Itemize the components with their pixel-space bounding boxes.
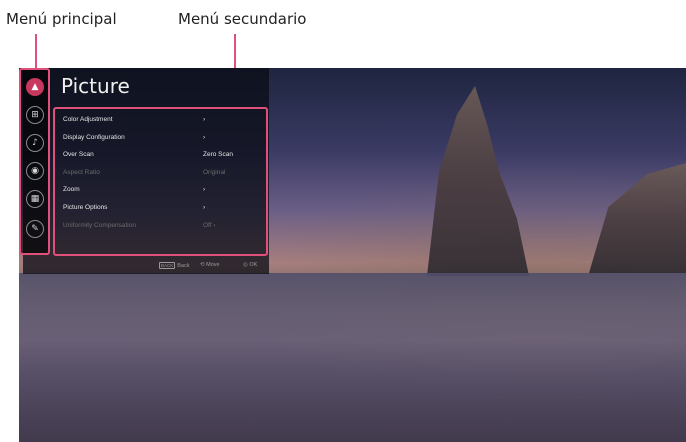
menu-item-label: Uniformity Compensation bbox=[63, 221, 136, 229]
menu-item-label: Zoom bbox=[63, 186, 80, 194]
footer-ok-label: OK bbox=[249, 262, 258, 268]
menu-item-label: Over Scan bbox=[63, 151, 94, 159]
main-menu-leader-line bbox=[35, 34, 37, 68]
menu-item-value: Off › bbox=[203, 221, 216, 229]
menu-item[interactable]: Picture Options › bbox=[63, 203, 205, 213]
picture-icon[interactable]: ▲ bbox=[26, 78, 44, 96]
menu-item-label: Display Configuration bbox=[63, 133, 125, 141]
back-key-icon: BACK bbox=[159, 262, 176, 269]
menu-item-value: Zero Scan bbox=[203, 151, 233, 159]
menu-item-label: Color Adjustment bbox=[63, 116, 113, 123]
footer-move-label: Move bbox=[206, 262, 220, 268]
menu-item-value: › bbox=[203, 204, 206, 211]
menu-item-value: Original bbox=[203, 168, 226, 176]
menu-item[interactable]: Color Adjustment › bbox=[63, 115, 205, 125]
menu-item: Aspect Ratio Original bbox=[63, 168, 225, 178]
settings-icon[interactable]: ✎ bbox=[26, 220, 44, 238]
menu-item-label: Picture Options bbox=[63, 204, 108, 211]
menu-item: Uniformity Compensation Off › bbox=[63, 221, 216, 231]
rock-formation bbox=[427, 86, 529, 276]
menu-item[interactable]: Zoom › bbox=[63, 185, 205, 195]
footer-ok: ◎ OK bbox=[243, 262, 257, 268]
menu-item-label: Aspect Ratio bbox=[63, 168, 100, 176]
secondary-menu-annotation: Menú secundario bbox=[178, 10, 307, 28]
menu-item[interactable]: Over Scan Zero Scan bbox=[63, 150, 233, 160]
network-icon[interactable]: ◉ bbox=[26, 162, 44, 180]
sound-icon[interactable]: ♪ bbox=[26, 134, 44, 152]
menu-item-value: › bbox=[203, 186, 206, 194]
footer-move: ⟲ Move bbox=[200, 262, 220, 268]
screen-icon[interactable]: ⊞ bbox=[26, 106, 44, 124]
footer-back-label: Back bbox=[177, 263, 190, 269]
main-menu-annotation: Menú principal bbox=[6, 10, 117, 28]
beach-water bbox=[19, 273, 686, 442]
menu-item-value: › bbox=[203, 133, 206, 141]
main-menu: ▲ ⊞ ♪ ◉ ▦ ✎ bbox=[19, 68, 50, 255]
panel-title: Picture bbox=[61, 74, 130, 98]
secondary-menu: Color Adjustment › Display Configuration › O… bbox=[53, 107, 268, 256]
footer-back[interactable]: BACK Back bbox=[159, 262, 190, 269]
general-icon[interactable]: ▦ bbox=[26, 190, 44, 208]
menu-item[interactable]: Display Configuration › bbox=[63, 133, 205, 143]
rock-formation-right bbox=[589, 163, 686, 273]
menu-item-value: › bbox=[203, 116, 206, 123]
